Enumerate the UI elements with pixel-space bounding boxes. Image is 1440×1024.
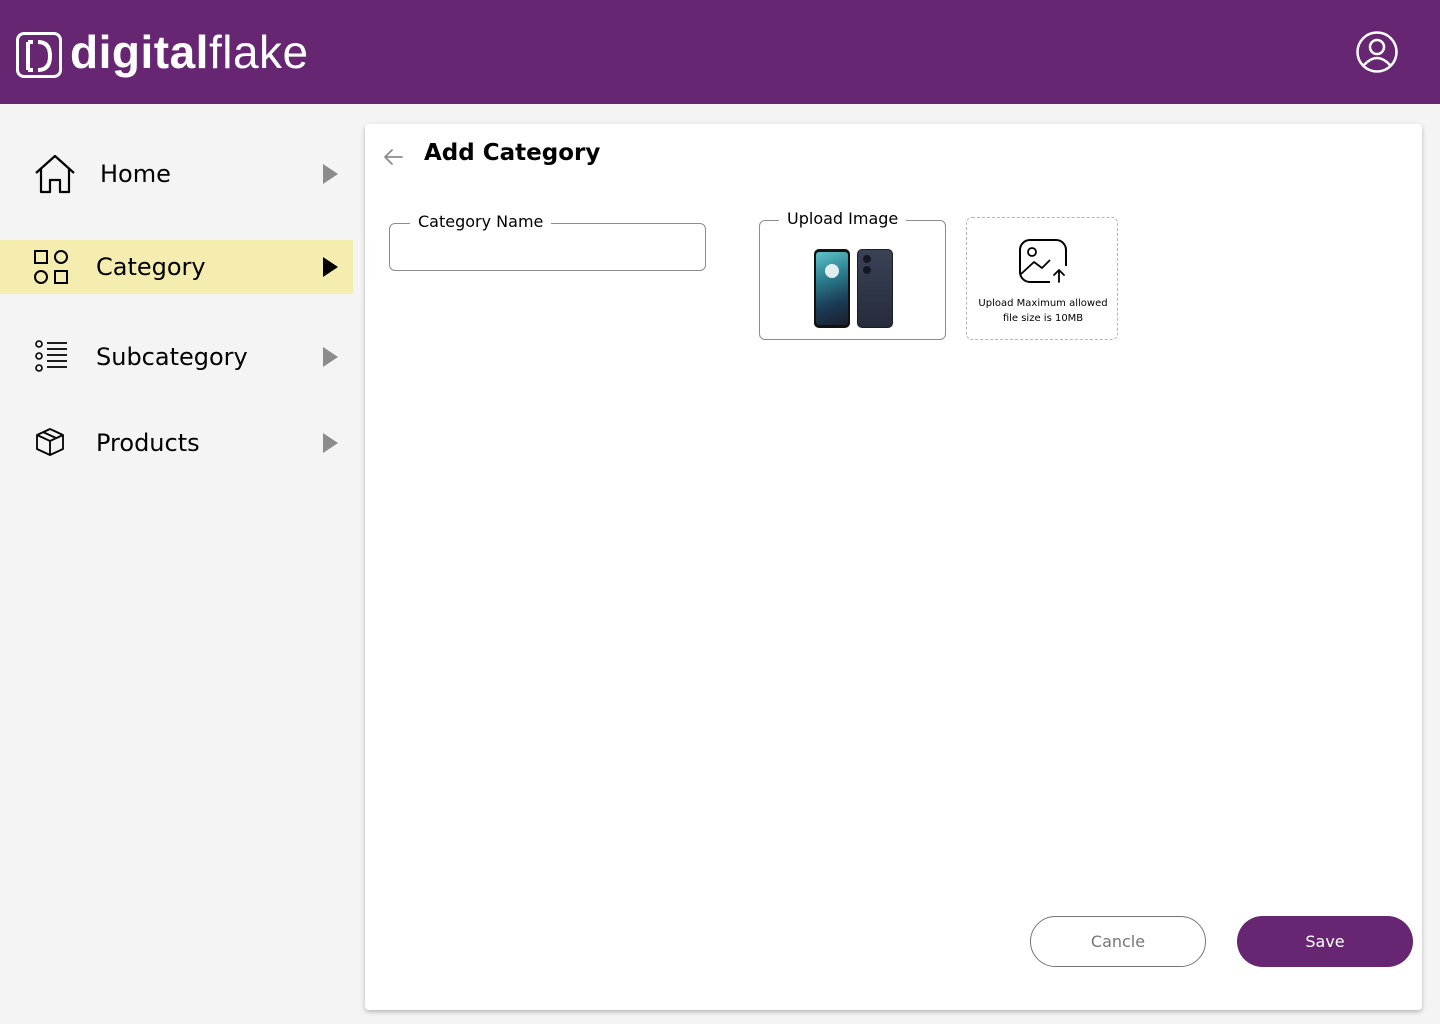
logo-mark-icon xyxy=(16,31,62,78)
sidebar-item-label: Home xyxy=(100,160,171,188)
add-category-panel: Add Category Category Name Upload Image … xyxy=(365,124,1422,1010)
category-name-input[interactable] xyxy=(404,234,692,262)
page-title: Add Category xyxy=(424,140,601,166)
brand-name-bold: digital xyxy=(70,26,209,78)
sidebar-item-home[interactable]: Home xyxy=(0,146,353,202)
top-header: digitalflake xyxy=(0,0,1440,104)
sidebar-item-products[interactable]: Products xyxy=(0,416,353,470)
brand-logo[interactable]: digitalflake xyxy=(16,22,309,82)
phone-back-image xyxy=(857,249,893,328)
phone-front-image xyxy=(814,249,850,328)
upload-hint-line2: file size is 10MB xyxy=(1002,313,1084,324)
brand-name: digitalflake xyxy=(70,29,309,75)
upload-image-label: Upload Image xyxy=(779,209,907,228)
upload-hint-line1: Upload Maximum allowed xyxy=(978,298,1108,309)
upload-hint-text: Upload Maximum allowed file size is 10MB xyxy=(967,296,1119,326)
brand-name-light: flake xyxy=(208,26,309,78)
sidebar: Home Category Subcategory Products xyxy=(0,104,353,1024)
chevron-right-icon xyxy=(323,164,338,184)
save-button[interactable]: Save xyxy=(1237,916,1413,967)
category-name-label: Category Name xyxy=(410,212,552,231)
chevron-right-icon xyxy=(323,433,338,453)
list-icon xyxy=(35,340,67,372)
category-grid-icon xyxy=(34,250,68,284)
image-upload-dropzone[interactable]: Upload Maximum allowed file size is 10MB xyxy=(966,217,1118,340)
sidebar-item-label: Category xyxy=(96,253,206,281)
category-name-field: Category Name xyxy=(389,212,706,271)
cancel-button[interactable]: Cancle xyxy=(1030,916,1206,967)
chevron-right-icon xyxy=(323,347,338,367)
sidebar-item-category[interactable]: Category xyxy=(0,240,353,294)
image-upload-icon xyxy=(1019,239,1068,284)
sidebar-item-subcategory[interactable]: Subcategory xyxy=(0,330,353,384)
back-arrow-icon[interactable] xyxy=(382,146,404,168)
sidebar-item-label: Subcategory xyxy=(96,343,248,371)
upload-image-preview: Upload Image xyxy=(759,209,946,340)
chevron-right-icon xyxy=(323,257,338,277)
sidebar-item-label: Products xyxy=(96,429,200,457)
box-icon xyxy=(36,428,64,456)
user-profile-icon[interactable] xyxy=(1355,30,1399,74)
home-icon xyxy=(35,154,75,194)
